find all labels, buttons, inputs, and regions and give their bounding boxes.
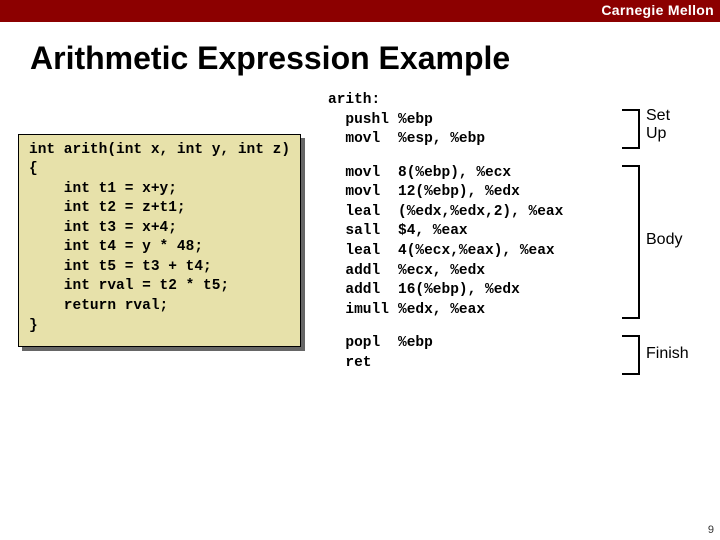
asm-line: imull%edx, %eax	[328, 301, 563, 321]
asm-line: popl%ebp	[328, 334, 563, 354]
top-bar: Carnegie Mellon	[0, 0, 720, 22]
label-finish: Finish	[646, 345, 689, 363]
bracket-finish	[628, 335, 640, 375]
asm-line: leal(%edx,%edx,2), %eax	[328, 203, 563, 223]
label-body: Body	[646, 231, 682, 249]
asm-line: movl8(%ebp), %ecx	[328, 164, 563, 184]
asm-line: sall$4, %eax	[328, 222, 563, 242]
slide-title: Arithmetic Expression Example	[30, 40, 720, 77]
asm-line: ret	[328, 354, 563, 374]
bracket-body	[628, 165, 640, 319]
content-stage: int arith(int x, int y, int z) { int t1 …	[18, 91, 718, 521]
asm-line: movl%esp, %ebp	[328, 130, 563, 150]
asm-line: arith:	[328, 91, 563, 111]
asm-line: movl12(%ebp), %edx	[328, 183, 563, 203]
label-setup: Set Up	[646, 107, 670, 143]
page-number: 9	[708, 524, 714, 536]
brand-text: Carnegie Mellon	[601, 2, 714, 18]
bracket-setup	[628, 109, 640, 149]
asm-line: pushl%ebp	[328, 111, 563, 131]
assembly-listing: arith: pushl%ebp movl%esp, %ebp movl8(%e…	[328, 91, 563, 373]
c-code-box: int arith(int x, int y, int z) { int t1 …	[18, 134, 301, 348]
asm-line: addl%ecx, %edx	[328, 262, 563, 282]
asm-line: leal4(%ecx,%eax), %eax	[328, 242, 563, 262]
asm-line: addl16(%ebp), %edx	[328, 281, 563, 301]
